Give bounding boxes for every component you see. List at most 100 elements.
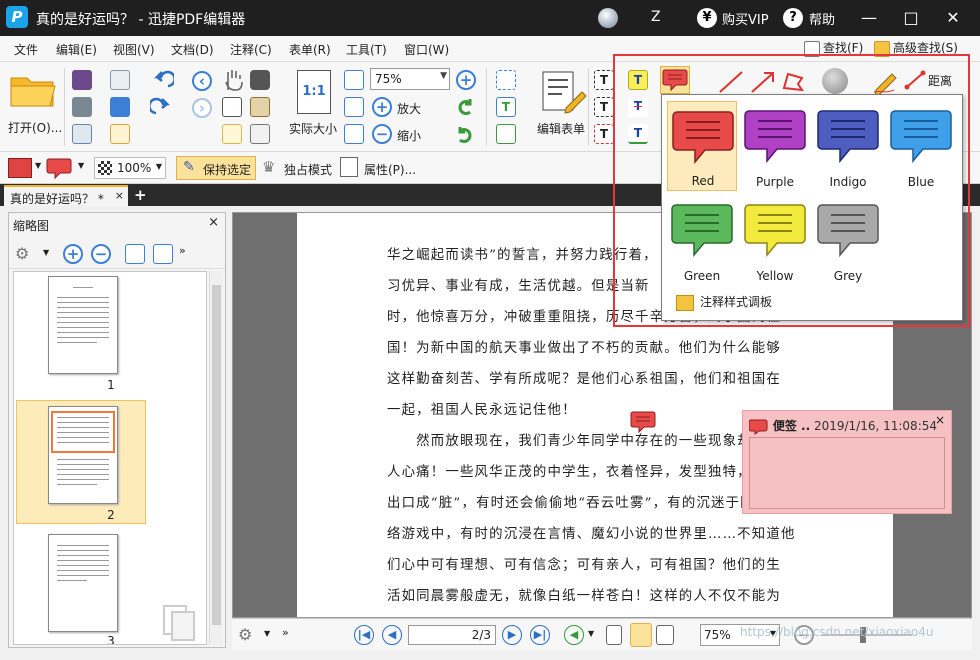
more-icon[interactable]: » bbox=[282, 626, 289, 639]
sticky-note-popup[interactable]: 便签 .. 2019/1/16, 11:08:54 × bbox=[742, 410, 952, 514]
zoom-out-thumb-icon[interactable]: − bbox=[91, 244, 111, 264]
textbox-icon[interactable]: T bbox=[594, 70, 614, 90]
minimize-button[interactable]: — bbox=[854, 6, 884, 30]
thumbnail-close-button[interactable]: × bbox=[208, 215, 219, 230]
properties-button[interactable]: 属性(P)... bbox=[364, 161, 416, 178]
exclusive-mode-button[interactable]: 独占模式 bbox=[284, 161, 332, 178]
crown-icon[interactable]: ♛ bbox=[262, 158, 275, 176]
menu-edit[interactable]: 编辑(E) bbox=[56, 41, 97, 58]
underline-icon[interactable]: T bbox=[628, 124, 648, 144]
thumbnail-page[interactable] bbox=[48, 276, 118, 374]
line-tool-icon[interactable] bbox=[716, 68, 746, 96]
close-window-button[interactable]: ✕ bbox=[938, 6, 968, 30]
zoom-in-icon[interactable]: + bbox=[372, 97, 392, 117]
print-icon[interactable] bbox=[72, 97, 92, 117]
find-button[interactable]: 查找(F) bbox=[804, 39, 863, 57]
snapshot-icon[interactable] bbox=[250, 70, 270, 90]
sticky-note-text-area[interactable] bbox=[749, 437, 945, 509]
edit-form-label[interactable]: 编辑表单 bbox=[537, 120, 585, 137]
moon-icon[interactable] bbox=[598, 8, 618, 28]
zoom-in-small-icon[interactable]: + bbox=[456, 70, 476, 90]
back-icon[interactable]: ‹ bbox=[192, 71, 212, 91]
doc-options-icon[interactable] bbox=[250, 124, 270, 144]
actual-size-label[interactable]: 实际大小 bbox=[289, 120, 337, 137]
note-color-red[interactable]: Red bbox=[667, 101, 737, 191]
menu-form[interactable]: 表单(R) bbox=[289, 41, 331, 58]
chevron-down-icon[interactable]: ▼ bbox=[78, 161, 84, 170]
arrow-tool-icon[interactable] bbox=[748, 68, 778, 96]
back-view-button[interactable]: ◀ bbox=[564, 625, 584, 645]
maximize-button[interactable]: □ bbox=[896, 6, 926, 30]
crop-icon[interactable] bbox=[496, 70, 516, 90]
highlight-text-icon[interactable]: T bbox=[628, 70, 648, 90]
keep-selected-button[interactable]: ✎ 保持选定 bbox=[176, 156, 256, 180]
yuan-icon[interactable]: ¥ bbox=[697, 8, 717, 28]
tab-close-button[interactable]: × bbox=[115, 189, 124, 202]
zoom-out-label[interactable]: 缩小 bbox=[397, 127, 421, 144]
rotate-thumb-left-icon[interactable] bbox=[125, 244, 145, 264]
typewriter-icon[interactable]: T bbox=[594, 97, 614, 117]
next-page-button[interactable]: ▶ bbox=[502, 625, 522, 645]
single-page-icon[interactable] bbox=[606, 625, 622, 645]
select-text-icon[interactable] bbox=[222, 97, 242, 117]
rotate-thumb-right-icon[interactable] bbox=[153, 244, 173, 264]
redo-icon[interactable] bbox=[150, 97, 174, 119]
chevron-down-icon[interactable]: ▼ bbox=[588, 629, 594, 638]
user-avatar[interactable]: Z bbox=[651, 9, 661, 25]
properties-icon[interactable] bbox=[340, 157, 358, 177]
facing-page-icon[interactable] bbox=[656, 625, 674, 645]
menu-view[interactable]: 视图(V) bbox=[113, 41, 155, 58]
zoom-out-icon[interactable]: − bbox=[372, 124, 392, 144]
zoom-in-label[interactable]: 放大 bbox=[397, 100, 421, 117]
note-color-yellow[interactable]: Yellow bbox=[740, 195, 810, 285]
hand-icon[interactable] bbox=[222, 68, 244, 92]
thumbnail-page[interactable] bbox=[48, 406, 118, 504]
sticky-note-close-button[interactable]: × bbox=[935, 413, 945, 427]
scrollbar-thumb[interactable] bbox=[212, 285, 221, 625]
chevron-down-icon[interactable]: ▼ bbox=[35, 161, 41, 170]
stamp-tool-icon[interactable] bbox=[822, 68, 848, 94]
gear-icon[interactable]: ⚙ bbox=[15, 244, 29, 263]
select-area-icon[interactable] bbox=[222, 124, 242, 144]
actual-size-icon[interactable]: 1:1 bbox=[297, 70, 331, 114]
add-image-icon[interactable] bbox=[496, 124, 516, 144]
zoom-in-thumb-icon[interactable]: + bbox=[63, 244, 83, 264]
page-number-input[interactable]: 2/3 bbox=[408, 625, 496, 645]
note-marker-icon[interactable] bbox=[630, 410, 658, 436]
chevron-down-icon[interactable]: ▼ bbox=[264, 629, 270, 638]
menu-document[interactable]: 文档(D) bbox=[171, 41, 214, 58]
paste-icon[interactable] bbox=[250, 97, 270, 117]
distance-label[interactable]: 距离 bbox=[928, 72, 952, 89]
polygon-tool-icon[interactable] bbox=[778, 68, 808, 96]
open-label[interactable]: 打开(O)... bbox=[8, 119, 62, 136]
note-color-green[interactable]: Green bbox=[667, 195, 737, 285]
open-folder-icon[interactable] bbox=[8, 68, 58, 110]
strikeout-icon[interactable]: T bbox=[628, 97, 648, 117]
help-icon[interactable]: ? bbox=[783, 8, 803, 28]
annotation-style-palette-button[interactable]: 注释样式调板 bbox=[676, 293, 772, 311]
new-tab-button[interactable]: + bbox=[134, 186, 147, 204]
opacity-select[interactable]: 100% ▼ bbox=[94, 157, 166, 179]
continuous-page-icon[interactable] bbox=[630, 623, 652, 647]
thumbnail-page[interactable] bbox=[48, 534, 118, 632]
menu-window[interactable]: 窗口(W) bbox=[404, 41, 449, 58]
last-page-button[interactable]: ▶| bbox=[530, 625, 550, 645]
note-style-icon[interactable] bbox=[46, 156, 74, 180]
first-page-button[interactable]: |◀ bbox=[354, 625, 374, 645]
note-color-indigo[interactable]: Indigo bbox=[813, 101, 883, 191]
pencil-tool-icon[interactable] bbox=[872, 66, 898, 94]
note-color-grey[interactable]: Grey bbox=[813, 195, 883, 285]
note-color-purple[interactable]: Purple bbox=[740, 101, 810, 191]
tab-document[interactable]: 真的是好运吗？ * × bbox=[4, 185, 128, 206]
menu-tools[interactable]: 工具(T) bbox=[346, 41, 387, 58]
distance-icon[interactable] bbox=[904, 70, 926, 90]
chevron-down-icon[interactable]: ▼ bbox=[43, 248, 49, 257]
more-icon[interactable]: » bbox=[179, 244, 186, 257]
help-button[interactable]: 帮助 bbox=[809, 9, 835, 28]
callout-icon[interactable]: T bbox=[594, 124, 614, 144]
export-icon[interactable] bbox=[72, 124, 92, 144]
note-color-blue[interactable]: Blue bbox=[886, 101, 956, 191]
fit-visible-icon[interactable] bbox=[344, 124, 364, 144]
undo-icon[interactable] bbox=[150, 70, 174, 92]
forward-icon[interactable]: › bbox=[192, 98, 212, 118]
